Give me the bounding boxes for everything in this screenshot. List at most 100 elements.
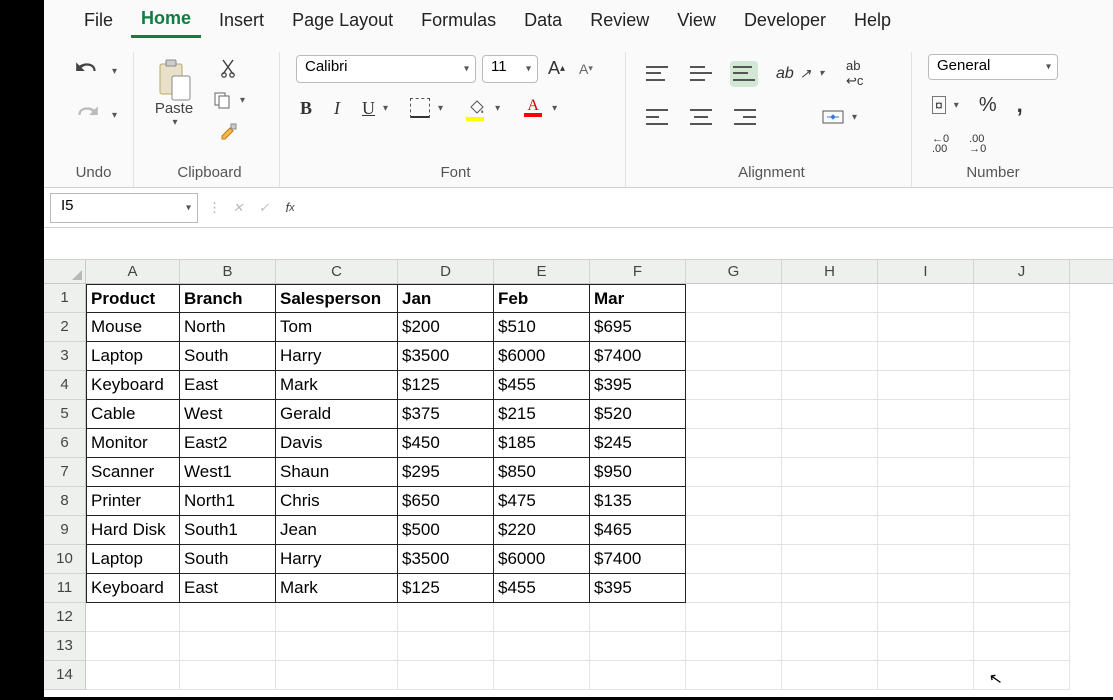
cell-D8[interactable]: $650	[398, 487, 494, 516]
cell-E9[interactable]: $220	[494, 516, 590, 545]
row-header-14[interactable]: 14	[44, 661, 86, 690]
cell-G4[interactable]	[686, 371, 782, 400]
cell-F11[interactable]: $395	[590, 574, 686, 603]
column-header-C[interactable]: C	[276, 260, 398, 283]
menu-tab-formulas[interactable]: Formulas	[411, 8, 506, 37]
chevron-down-icon[interactable]: ▾	[112, 110, 117, 121]
increase-indent-button[interactable]	[796, 113, 804, 121]
cell-D10[interactable]: $3500	[398, 545, 494, 574]
cell-G2[interactable]	[686, 313, 782, 342]
cell-D4[interactable]: $125	[398, 371, 494, 400]
align-bottom-button[interactable]	[730, 61, 758, 87]
cell-E5[interactable]: $215	[494, 400, 590, 429]
cell-F10[interactable]: $7400	[590, 545, 686, 574]
cell-G8[interactable]	[686, 487, 782, 516]
font-size-combo[interactable]: 11 ▾	[482, 55, 538, 83]
cell-E12[interactable]	[494, 603, 590, 632]
cell-B14[interactable]	[180, 661, 276, 690]
cell-I6[interactable]	[878, 429, 974, 458]
cell-G10[interactable]	[686, 545, 782, 574]
cell-G13[interactable]	[686, 632, 782, 661]
menu-tab-view[interactable]: View	[667, 8, 726, 37]
column-header-A[interactable]: A	[86, 260, 180, 283]
cell-E10[interactable]: $6000	[494, 545, 590, 574]
cell-E4[interactable]: $455	[494, 371, 590, 400]
cell-H8[interactable]	[782, 487, 878, 516]
font-name-combo[interactable]: Calibri ▾	[296, 55, 476, 83]
cell-D11[interactable]: $125	[398, 574, 494, 603]
row-header-1[interactable]: 1	[44, 284, 86, 313]
accounting-format-button[interactable]: ¤▾	[928, 92, 963, 118]
cell-A13[interactable]	[86, 632, 180, 661]
fx-button[interactable]: fx	[277, 195, 303, 221]
decrease-decimal-button[interactable]: .00→0	[965, 130, 990, 158]
cell-I14[interactable]	[878, 661, 974, 690]
cell-E6[interactable]: $185	[494, 429, 590, 458]
row-header-11[interactable]: 11	[44, 574, 86, 603]
cell-D12[interactable]	[398, 603, 494, 632]
cell-E7[interactable]: $850	[494, 458, 590, 487]
cell-H10[interactable]	[782, 545, 878, 574]
orientation-button[interactable]: ab↗▾	[772, 61, 828, 87]
cell-E1[interactable]: Feb	[494, 284, 590, 313]
redo-button[interactable]	[70, 98, 104, 132]
cell-H14[interactable]	[782, 661, 878, 690]
cell-D5[interactable]: $375	[398, 400, 494, 429]
cell-I5[interactable]	[878, 400, 974, 429]
cell-J5[interactable]	[974, 400, 1070, 429]
cell-H1[interactable]	[782, 284, 878, 313]
cell-D9[interactable]: $500	[398, 516, 494, 545]
cell-C11[interactable]: Mark	[276, 574, 398, 603]
cell-G9[interactable]	[686, 516, 782, 545]
cell-J8[interactable]	[974, 487, 1070, 516]
cell-B2[interactable]: North	[180, 313, 276, 342]
cell-F5[interactable]: $520	[590, 400, 686, 429]
cell-J14[interactable]	[974, 661, 1070, 690]
cell-D13[interactable]	[398, 632, 494, 661]
cell-J9[interactable]	[974, 516, 1070, 545]
cell-J3[interactable]	[974, 342, 1070, 371]
menu-tab-help[interactable]: Help	[844, 8, 901, 37]
cell-I12[interactable]	[878, 603, 974, 632]
align-center-button[interactable]	[686, 103, 716, 131]
menu-tab-review[interactable]: Review	[580, 8, 659, 37]
cell-J10[interactable]	[974, 545, 1070, 574]
select-all-button[interactable]	[44, 260, 86, 284]
cell-H12[interactable]	[782, 603, 878, 632]
cell-H3[interactable]	[782, 342, 878, 371]
cell-J12[interactable]	[974, 603, 1070, 632]
cell-G11[interactable]	[686, 574, 782, 603]
row-header-2[interactable]: 2	[44, 313, 86, 342]
cell-C6[interactable]: Davis	[276, 429, 398, 458]
decrease-indent-button[interactable]	[774, 113, 782, 121]
cell-H7[interactable]	[782, 458, 878, 487]
cell-E2[interactable]: $510	[494, 313, 590, 342]
row-header-3[interactable]: 3	[44, 342, 86, 371]
column-header-H[interactable]: H	[782, 260, 878, 283]
copy-button[interactable]: ▾	[208, 86, 249, 114]
cell-F9[interactable]: $465	[590, 516, 686, 545]
cell-F12[interactable]	[590, 603, 686, 632]
row-header-12[interactable]: 12	[44, 603, 86, 632]
cell-I7[interactable]	[878, 458, 974, 487]
cell-B6[interactable]: East2	[180, 429, 276, 458]
cell-C12[interactable]	[276, 603, 398, 632]
cell-C3[interactable]: Harry	[276, 342, 398, 371]
chevron-down-icon[interactable]: ▾	[172, 117, 177, 128]
cell-B4[interactable]: East	[180, 371, 276, 400]
row-header-13[interactable]: 13	[44, 632, 86, 661]
row-header-4[interactable]: 4	[44, 371, 86, 400]
format-painter-button[interactable]	[208, 118, 249, 146]
cell-G3[interactable]	[686, 342, 782, 371]
cell-B13[interactable]	[180, 632, 276, 661]
cell-G12[interactable]	[686, 603, 782, 632]
cell-J1[interactable]	[974, 284, 1070, 313]
cell-D2[interactable]: $200	[398, 313, 494, 342]
cell-C9[interactable]: Jean	[276, 516, 398, 545]
cell-D1[interactable]: Jan	[398, 284, 494, 313]
cell-C13[interactable]	[276, 632, 398, 661]
cell-G7[interactable]	[686, 458, 782, 487]
cell-F4[interactable]: $395	[590, 371, 686, 400]
cell-H2[interactable]	[782, 313, 878, 342]
enter-formula-button[interactable]: ✓	[251, 195, 277, 221]
